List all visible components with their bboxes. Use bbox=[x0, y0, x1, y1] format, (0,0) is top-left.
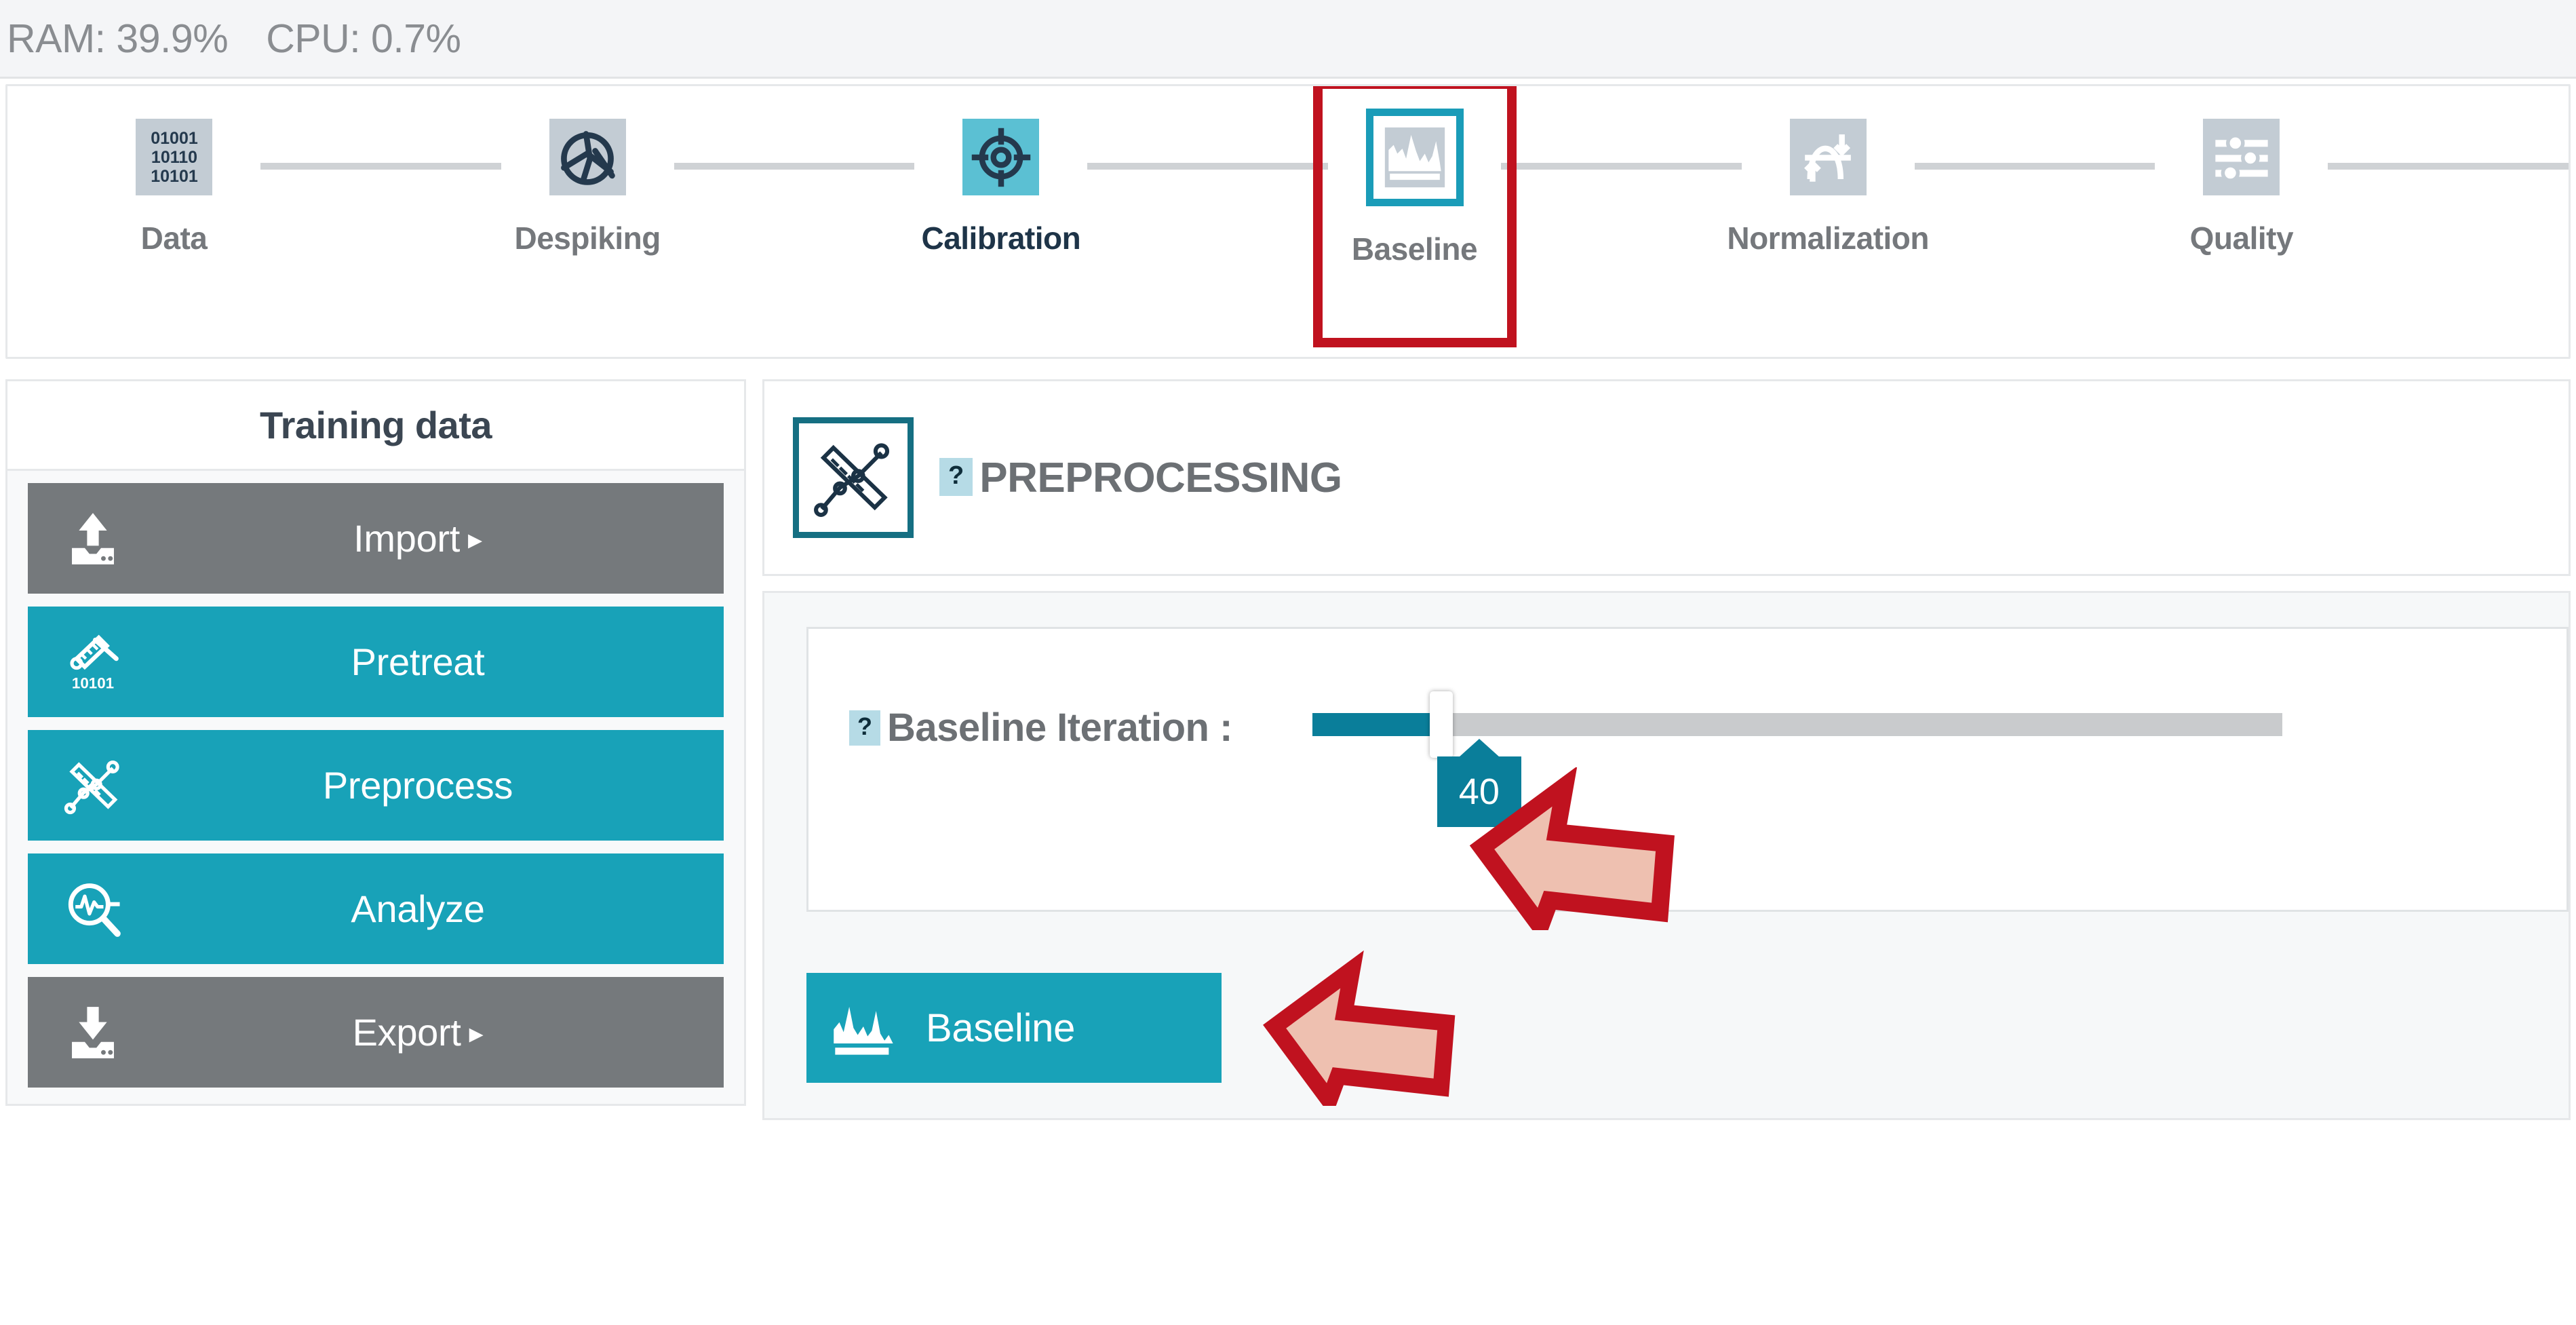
slider-track[interactable] bbox=[1312, 691, 2282, 758]
step-normalization[interactable]: Normalization bbox=[1727, 112, 1930, 256]
baseline-iteration-label: Baseline Iteration : bbox=[887, 706, 1232, 750]
sidebar-item-label: Preprocess bbox=[322, 764, 513, 807]
sidebar-item-import[interactable]: Import ▸ bbox=[28, 483, 724, 594]
analyze-icon bbox=[50, 880, 136, 938]
sidebar: Training data Import ▸ 10101 Pretreat Pr… bbox=[5, 379, 746, 1106]
slider-handle[interactable] bbox=[1430, 691, 1453, 758]
stepper-connector bbox=[260, 163, 501, 170]
workflow-stepper: 01001 10110 10101 Data Despiking Calibra… bbox=[5, 84, 2571, 359]
section-title-wrap: ? PREPROCESSING bbox=[939, 454, 1342, 502]
svg-text:10101: 10101 bbox=[72, 674, 114, 691]
step-label-normalization: Normalization bbox=[1727, 220, 1930, 256]
step-label-quality: Quality bbox=[2189, 220, 2294, 256]
pretreat-icon: 10101 bbox=[50, 633, 136, 691]
sidebar-item-analyze[interactable]: Analyze bbox=[28, 853, 724, 964]
svg-text:10101: 10101 bbox=[151, 167, 198, 186]
baseline-button-label: Baseline bbox=[926, 1005, 1076, 1050]
slider-fill bbox=[1312, 713, 1442, 736]
stepper-connector bbox=[674, 163, 915, 170]
help-icon[interactable]: ? bbox=[849, 710, 880, 746]
sliders-icon bbox=[2203, 119, 2280, 195]
step-label-despiking: Despiking bbox=[514, 220, 661, 256]
baseline-iteration-slider[interactable]: 40 bbox=[1312, 691, 2567, 930]
sidebar-item-label: Export ▸ bbox=[352, 1011, 484, 1054]
crosshair-icon bbox=[962, 119, 1040, 195]
sidebar-header: Training data bbox=[5, 379, 746, 471]
preprocessing-panel: ? Baseline Iteration : 40 Baseline bbox=[762, 591, 2571, 1120]
stepper-connector-trailing bbox=[2328, 163, 2569, 170]
stepper-connector bbox=[1914, 163, 2155, 170]
step-label-calibration: Calibration bbox=[921, 220, 1081, 256]
preprocess-icon bbox=[50, 756, 136, 815]
baseline-iteration-card: ? Baseline Iteration : 40 bbox=[806, 627, 2569, 930]
step-despiking[interactable]: Despiking bbox=[501, 112, 674, 256]
cpu-usage-text: CPU: 0.7% bbox=[266, 16, 461, 61]
action-row: Baseline bbox=[806, 950, 2569, 1106]
chevron-right-icon: ▸ bbox=[469, 1017, 484, 1049]
svg-text:10110: 10110 bbox=[151, 148, 197, 167]
sidebar-title: Training data bbox=[260, 404, 492, 446]
param-label-wrap: ? Baseline Iteration : bbox=[849, 701, 1232, 750]
stepper-connector bbox=[1501, 163, 1742, 170]
sidebar-item-pretreat[interactable]: 10101 Pretreat bbox=[28, 607, 724, 717]
baseline-spectrum-icon bbox=[830, 991, 900, 1065]
despike-icon bbox=[549, 119, 626, 195]
sidebar-item-preprocess[interactable]: Preprocess bbox=[28, 730, 724, 841]
normalization-icon bbox=[1789, 119, 1867, 195]
slider-value-bubble: 40 bbox=[1437, 756, 1521, 827]
sidebar-item-label: Pretreat bbox=[351, 640, 485, 683]
main-content: ? PREPROCESSING ? Baseline Iteration : 4… bbox=[762, 379, 2571, 1305]
step-label-baseline: Baseline bbox=[1351, 231, 1478, 267]
baseline-spectrum-icon bbox=[1365, 109, 1464, 206]
page-title: PREPROCESSING bbox=[979, 454, 1342, 501]
sidebar-nav: Import ▸ 10101 Pretreat Preprocess Analy… bbox=[5, 471, 746, 1106]
annotation-arrow-baseline-button bbox=[1263, 950, 1456, 1106]
sidebar-item-export[interactable]: Export ▸ bbox=[28, 977, 724, 1088]
step-data[interactable]: 01001 10110 10101 Data bbox=[87, 112, 260, 256]
binary-data-icon: 01001 10110 10101 bbox=[136, 119, 212, 195]
upload-icon bbox=[50, 510, 136, 568]
preprocess-icon bbox=[793, 417, 914, 538]
sidebar-item-label: Import ▸ bbox=[353, 517, 482, 560]
page-body: Training data Import ▸ 10101 Pretreat Pr… bbox=[0, 359, 2576, 1305]
help-icon[interactable]: ? bbox=[939, 457, 973, 496]
step-label-data: Data bbox=[140, 220, 208, 256]
chevron-right-icon: ▸ bbox=[468, 523, 482, 555]
section-header: ? PREPROCESSING bbox=[762, 379, 2571, 576]
step-quality[interactable]: Quality bbox=[2155, 112, 2328, 256]
sidebar-item-label: Analyze bbox=[351, 887, 485, 930]
baseline-button[interactable]: Baseline bbox=[806, 973, 1222, 1083]
svg-text:01001: 01001 bbox=[151, 129, 198, 148]
stepper-connector bbox=[1087, 163, 1329, 170]
step-baseline[interactable]: Baseline bbox=[1313, 86, 1517, 347]
system-status-bar: RAM: 39.9% CPU: 0.7% bbox=[0, 0, 2576, 79]
stepper-steps: 01001 10110 10101 Data Despiking Calibra… bbox=[7, 86, 2569, 357]
ram-usage-text: RAM: 39.9% bbox=[7, 16, 229, 61]
download-icon bbox=[50, 1003, 136, 1062]
step-calibration[interactable]: Calibration bbox=[914, 112, 1087, 256]
